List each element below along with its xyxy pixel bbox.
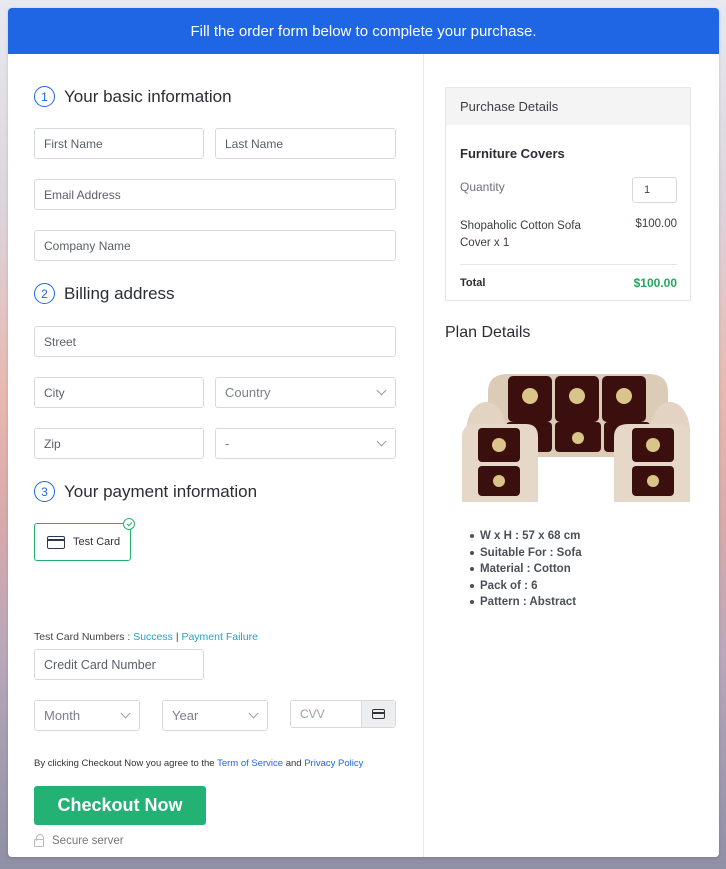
- feature-item: Pattern : Abstract: [470, 594, 582, 611]
- quantity-label: Quantity: [460, 180, 505, 194]
- feature-item: Pack of : 6: [470, 578, 582, 595]
- link-separator: |: [175, 631, 179, 643]
- section-payment: 3 Your payment information: [34, 481, 257, 502]
- test-card-option[interactable]: Test Card: [34, 518, 135, 561]
- country-select-value: Country: [225, 385, 271, 400]
- section-billing: 2 Billing address: [34, 283, 175, 304]
- credit-card-number-input[interactable]: Credit Card Number: [34, 649, 204, 680]
- state-select[interactable]: -: [215, 428, 396, 459]
- section-basic-info: 1 Your basic information: [34, 86, 232, 107]
- step-number-1: 1: [34, 86, 55, 107]
- step-number-2: 2: [34, 283, 55, 304]
- chevron-down-icon: [376, 385, 387, 396]
- purchase-details-header: Purchase Details: [446, 88, 690, 125]
- divider: [460, 264, 677, 265]
- banner-text: Fill the order form below to complete yo…: [190, 22, 537, 40]
- chevron-down-icon: [120, 708, 131, 719]
- step-number-3: 3: [34, 481, 55, 502]
- secure-server-label: Secure server: [52, 835, 124, 847]
- credit-card-icon: [47, 535, 65, 549]
- plan-features-list: W x H : 57 x 68 cm Suitable For : Sofa M…: [470, 528, 582, 611]
- first-name-input[interactable]: First Name: [34, 128, 204, 159]
- secure-server: Secure server: [34, 834, 124, 847]
- section-title: Your basic information: [64, 86, 232, 106]
- checkout-now-button[interactable]: Checkout Now: [34, 786, 206, 825]
- line-item-name: Shopaholic Cotton Sofa Cover x 1: [460, 220, 581, 249]
- chevron-down-icon: [376, 436, 387, 447]
- product-title: Furniture Covers: [460, 146, 565, 161]
- zip-input[interactable]: Zip: [34, 428, 204, 459]
- agreement-text: By clicking Checkout Now you agree to th…: [34, 758, 363, 769]
- street-input[interactable]: Street: [34, 326, 396, 357]
- total-value: $100.00: [633, 276, 677, 290]
- product-image: [462, 374, 690, 502]
- city-input[interactable]: City: [34, 377, 204, 408]
- order-summary: Purchase Details Furniture Covers Quanti…: [424, 54, 719, 857]
- lock-icon: [34, 834, 44, 847]
- chevron-down-icon: [248, 708, 259, 719]
- state-select-value: -: [225, 436, 230, 451]
- test-card-numbers-label: Test Card Numbers :: [34, 631, 131, 643]
- feature-item: Suitable For : Sofa: [470, 545, 582, 562]
- total-label: Total: [460, 277, 486, 289]
- agreement-prefix: By clicking Checkout Now you agree to th…: [34, 758, 215, 769]
- email-input[interactable]: Email Address: [34, 179, 396, 210]
- cvv-help-button[interactable]: [361, 701, 395, 727]
- country-select[interactable]: Country: [215, 377, 396, 408]
- cvv-input-group: CVV: [290, 700, 396, 728]
- section-title: Billing address: [64, 283, 175, 303]
- order-form-frame: Fill the order form below to complete yo…: [8, 8, 719, 857]
- feature-item: Material : Cotton: [470, 561, 582, 578]
- year-select-value: Year: [172, 708, 199, 723]
- checkmark-icon: [123, 518, 135, 530]
- agreement-and: and: [285, 758, 302, 769]
- purchase-details-card: Purchase Details Furniture Covers Quanti…: [445, 87, 691, 301]
- quantity-input[interactable]: 1: [632, 177, 677, 203]
- test-card-numbers: Test Card Numbers : Success | Payment Fa…: [34, 631, 258, 643]
- terms-of-service-link[interactable]: Term of Service: [217, 758, 283, 769]
- header-banner: Fill the order form below to complete yo…: [8, 8, 719, 54]
- month-select-value: Month: [44, 708, 81, 723]
- month-select[interactable]: Month: [34, 700, 140, 731]
- test-card-label: Test Card: [73, 536, 121, 548]
- cvv-input[interactable]: CVV: [291, 701, 361, 727]
- line-item-price: $100.00: [635, 218, 677, 230]
- company-input[interactable]: Company Name: [34, 230, 396, 261]
- feature-item: W x H : 57 x 68 cm: [470, 528, 582, 545]
- success-link[interactable]: Success: [133, 631, 173, 643]
- section-title: Your payment information: [64, 481, 258, 501]
- year-select[interactable]: Year: [162, 700, 268, 731]
- payment-failure-link[interactable]: Payment Failure: [181, 631, 257, 643]
- privacy-policy-link[interactable]: Privacy Policy: [304, 758, 363, 769]
- plan-details-title: Plan Details: [445, 324, 531, 341]
- credit-card-icon: [372, 709, 385, 719]
- last-name-input[interactable]: Last Name: [215, 128, 396, 159]
- order-form: 1 Your basic information First Name Last…: [8, 54, 424, 857]
